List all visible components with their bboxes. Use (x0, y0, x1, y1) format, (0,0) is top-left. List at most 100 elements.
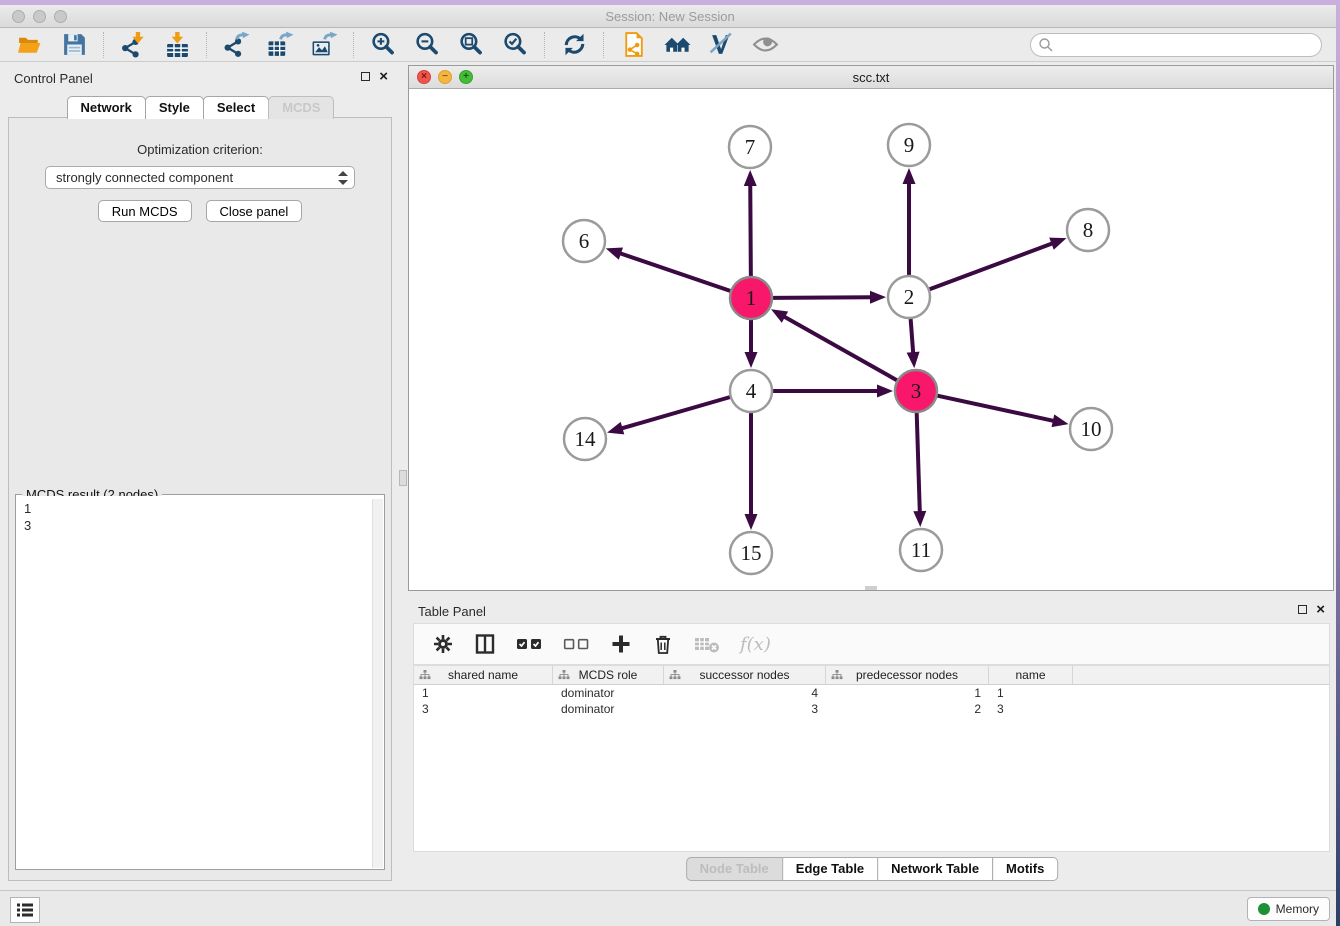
desktop-background-right (1336, 0, 1340, 926)
graph-edge-1-7[interactable] (750, 185, 751, 276)
clone-network-icon[interactable] (611, 30, 655, 60)
network-resize-handle[interactable] (865, 586, 877, 590)
graph-node-14[interactable]: 14 (564, 418, 606, 460)
task-history-button[interactable] (10, 897, 40, 923)
graph-node-10[interactable]: 10 (1070, 408, 1112, 450)
tab-mcds[interactable]: MCDS (268, 96, 334, 119)
float-table-panel-icon[interactable] (1298, 605, 1307, 614)
export-table-icon[interactable] (258, 30, 302, 60)
table-cell[interactable]: 1 (826, 686, 989, 700)
graph-edge-arrowhead (1052, 414, 1069, 427)
network-window-titlebar[interactable]: × − + scc.txt (409, 66, 1333, 89)
table-cell[interactable]: 2 (826, 702, 989, 716)
graph-node-9[interactable]: 9 (888, 124, 930, 166)
graph-node-8[interactable]: 8 (1067, 209, 1109, 251)
table-tabs-bar: Node TableEdge TableNetwork TableMotifs (408, 852, 1335, 888)
graph-edge-2-3[interactable] (911, 319, 914, 353)
close-panel-button[interactable]: Close panel (206, 200, 303, 222)
table-panel-header: Table Panel × (408, 595, 1335, 625)
mcds-result-text[interactable]: 1 3 (17, 496, 372, 868)
close-panel-icon[interactable]: × (379, 71, 388, 82)
open-folder-icon[interactable] (8, 30, 52, 60)
graph-edge-1-2[interactable] (773, 297, 871, 298)
table-cell[interactable]: 1 (414, 686, 553, 700)
network-graph[interactable]: 1 2 3 4 6 7 8 9 10 11 14 15 (409, 89, 1333, 590)
zoom-fit-icon[interactable] (449, 30, 493, 60)
save-icon[interactable] (52, 30, 96, 60)
panel-splitter-handle[interactable] (399, 470, 407, 486)
graph-node-4[interactable]: 4 (730, 370, 772, 412)
tab-node-table[interactable]: Node Table (686, 857, 783, 881)
column-header-successor-nodes[interactable]: successor nodes (664, 666, 826, 684)
graph-edge-3-1[interactable] (784, 317, 897, 381)
graph-node-7[interactable]: 7 (729, 126, 771, 168)
tree-icon (558, 669, 570, 684)
graph-node-3[interactable]: 3 (895, 370, 937, 412)
zoom-selected-icon[interactable] (493, 30, 537, 60)
optimization-criterion-value: strongly connected component (56, 170, 233, 185)
memory-button[interactable]: Memory (1247, 897, 1330, 921)
export-image-icon[interactable] (302, 30, 346, 60)
column-header-name[interactable]: name (989, 666, 1073, 684)
table-cell[interactable]: 3 (664, 702, 826, 716)
vizmap-icon[interactable] (699, 30, 743, 60)
tab-edge-table[interactable]: Edge Table (782, 857, 878, 881)
search-input[interactable] (1030, 33, 1322, 57)
tab-network[interactable]: Network (67, 96, 146, 119)
optimization-criterion-label: Optimization criterion: (9, 142, 391, 157)
graph-node-1[interactable]: 1 (730, 277, 772, 319)
table-cell[interactable]: 3 (414, 702, 553, 716)
tab-motifs[interactable]: Motifs (992, 857, 1058, 881)
mcds-result-scrollbar[interactable] (372, 499, 383, 868)
close-table-panel-icon[interactable]: × (1316, 604, 1325, 615)
optimization-criterion-select[interactable]: strongly connected component (45, 166, 355, 189)
table-cell[interactable]: 3 (989, 702, 1073, 716)
table-cell[interactable]: dominator (553, 702, 664, 716)
gear-icon[interactable] (432, 631, 454, 657)
import-network-icon[interactable] (111, 30, 155, 60)
tab-style[interactable]: Style (145, 96, 204, 119)
column-header-predecessor-nodes[interactable]: predecessor nodes (826, 666, 989, 684)
show-columns-icon[interactable] (516, 631, 543, 657)
control-panel-title: Control Panel (14, 71, 93, 86)
table-row[interactable]: 3dominator323 (414, 701, 1329, 717)
add-column-icon[interactable] (610, 631, 632, 657)
tab-select[interactable]: Select (203, 96, 269, 119)
graph-edge-arrowhead (745, 514, 758, 530)
delete-column-icon[interactable] (652, 631, 674, 657)
hide-columns-icon[interactable] (563, 631, 590, 657)
control-panel: Control Panel × NetworkStyleSelectMCDS O… (0, 62, 400, 888)
graph-edge-2-8[interactable] (930, 243, 1053, 289)
tab-network-table[interactable]: Network Table (877, 857, 993, 881)
graph-node-15[interactable]: 15 (730, 532, 772, 574)
table-header-row: shared nameMCDS rolesuccessor nodesprede… (414, 666, 1329, 685)
graph-edge-arrowhead (1049, 238, 1066, 250)
graph-edge-4-14[interactable] (622, 397, 730, 428)
table-cell[interactable]: 4 (664, 686, 826, 700)
zoom-in-icon[interactable] (361, 30, 405, 60)
list-icon (14, 899, 36, 921)
graph-node-6[interactable]: 6 (563, 220, 605, 262)
network-canvas[interactable]: 1 2 3 4 6 7 8 9 10 11 14 15 (409, 89, 1333, 590)
columns-icon[interactable] (474, 631, 496, 657)
graph-edge-3-11[interactable] (917, 413, 920, 512)
table-cell[interactable]: 1 (989, 686, 1073, 700)
table-row[interactable]: 1dominator411 (414, 685, 1329, 701)
home-icon[interactable] (655, 30, 699, 60)
column-header-shared-name[interactable]: shared name (414, 666, 553, 684)
graph-edge-1-6[interactable] (620, 253, 730, 291)
run-mcds-button[interactable]: Run MCDS (98, 200, 192, 222)
refresh-icon[interactable] (552, 30, 596, 60)
export-network-icon[interactable] (214, 30, 258, 60)
table-cell[interactable]: dominator (553, 686, 664, 700)
column-header-MCDS-role[interactable]: MCDS role (553, 666, 664, 684)
graph-node-2[interactable]: 2 (888, 276, 930, 318)
zoom-out-icon[interactable] (405, 30, 449, 60)
graph-edge-3-10[interactable] (937, 396, 1053, 421)
graph-node-11[interactable]: 11 (900, 529, 942, 571)
float-panel-icon[interactable] (361, 72, 370, 81)
desktop-background-top (0, 0, 1340, 5)
import-table-icon[interactable] (155, 30, 199, 60)
eye-icon[interactable] (743, 30, 787, 60)
graph-edge-arrowhead (607, 422, 624, 434)
